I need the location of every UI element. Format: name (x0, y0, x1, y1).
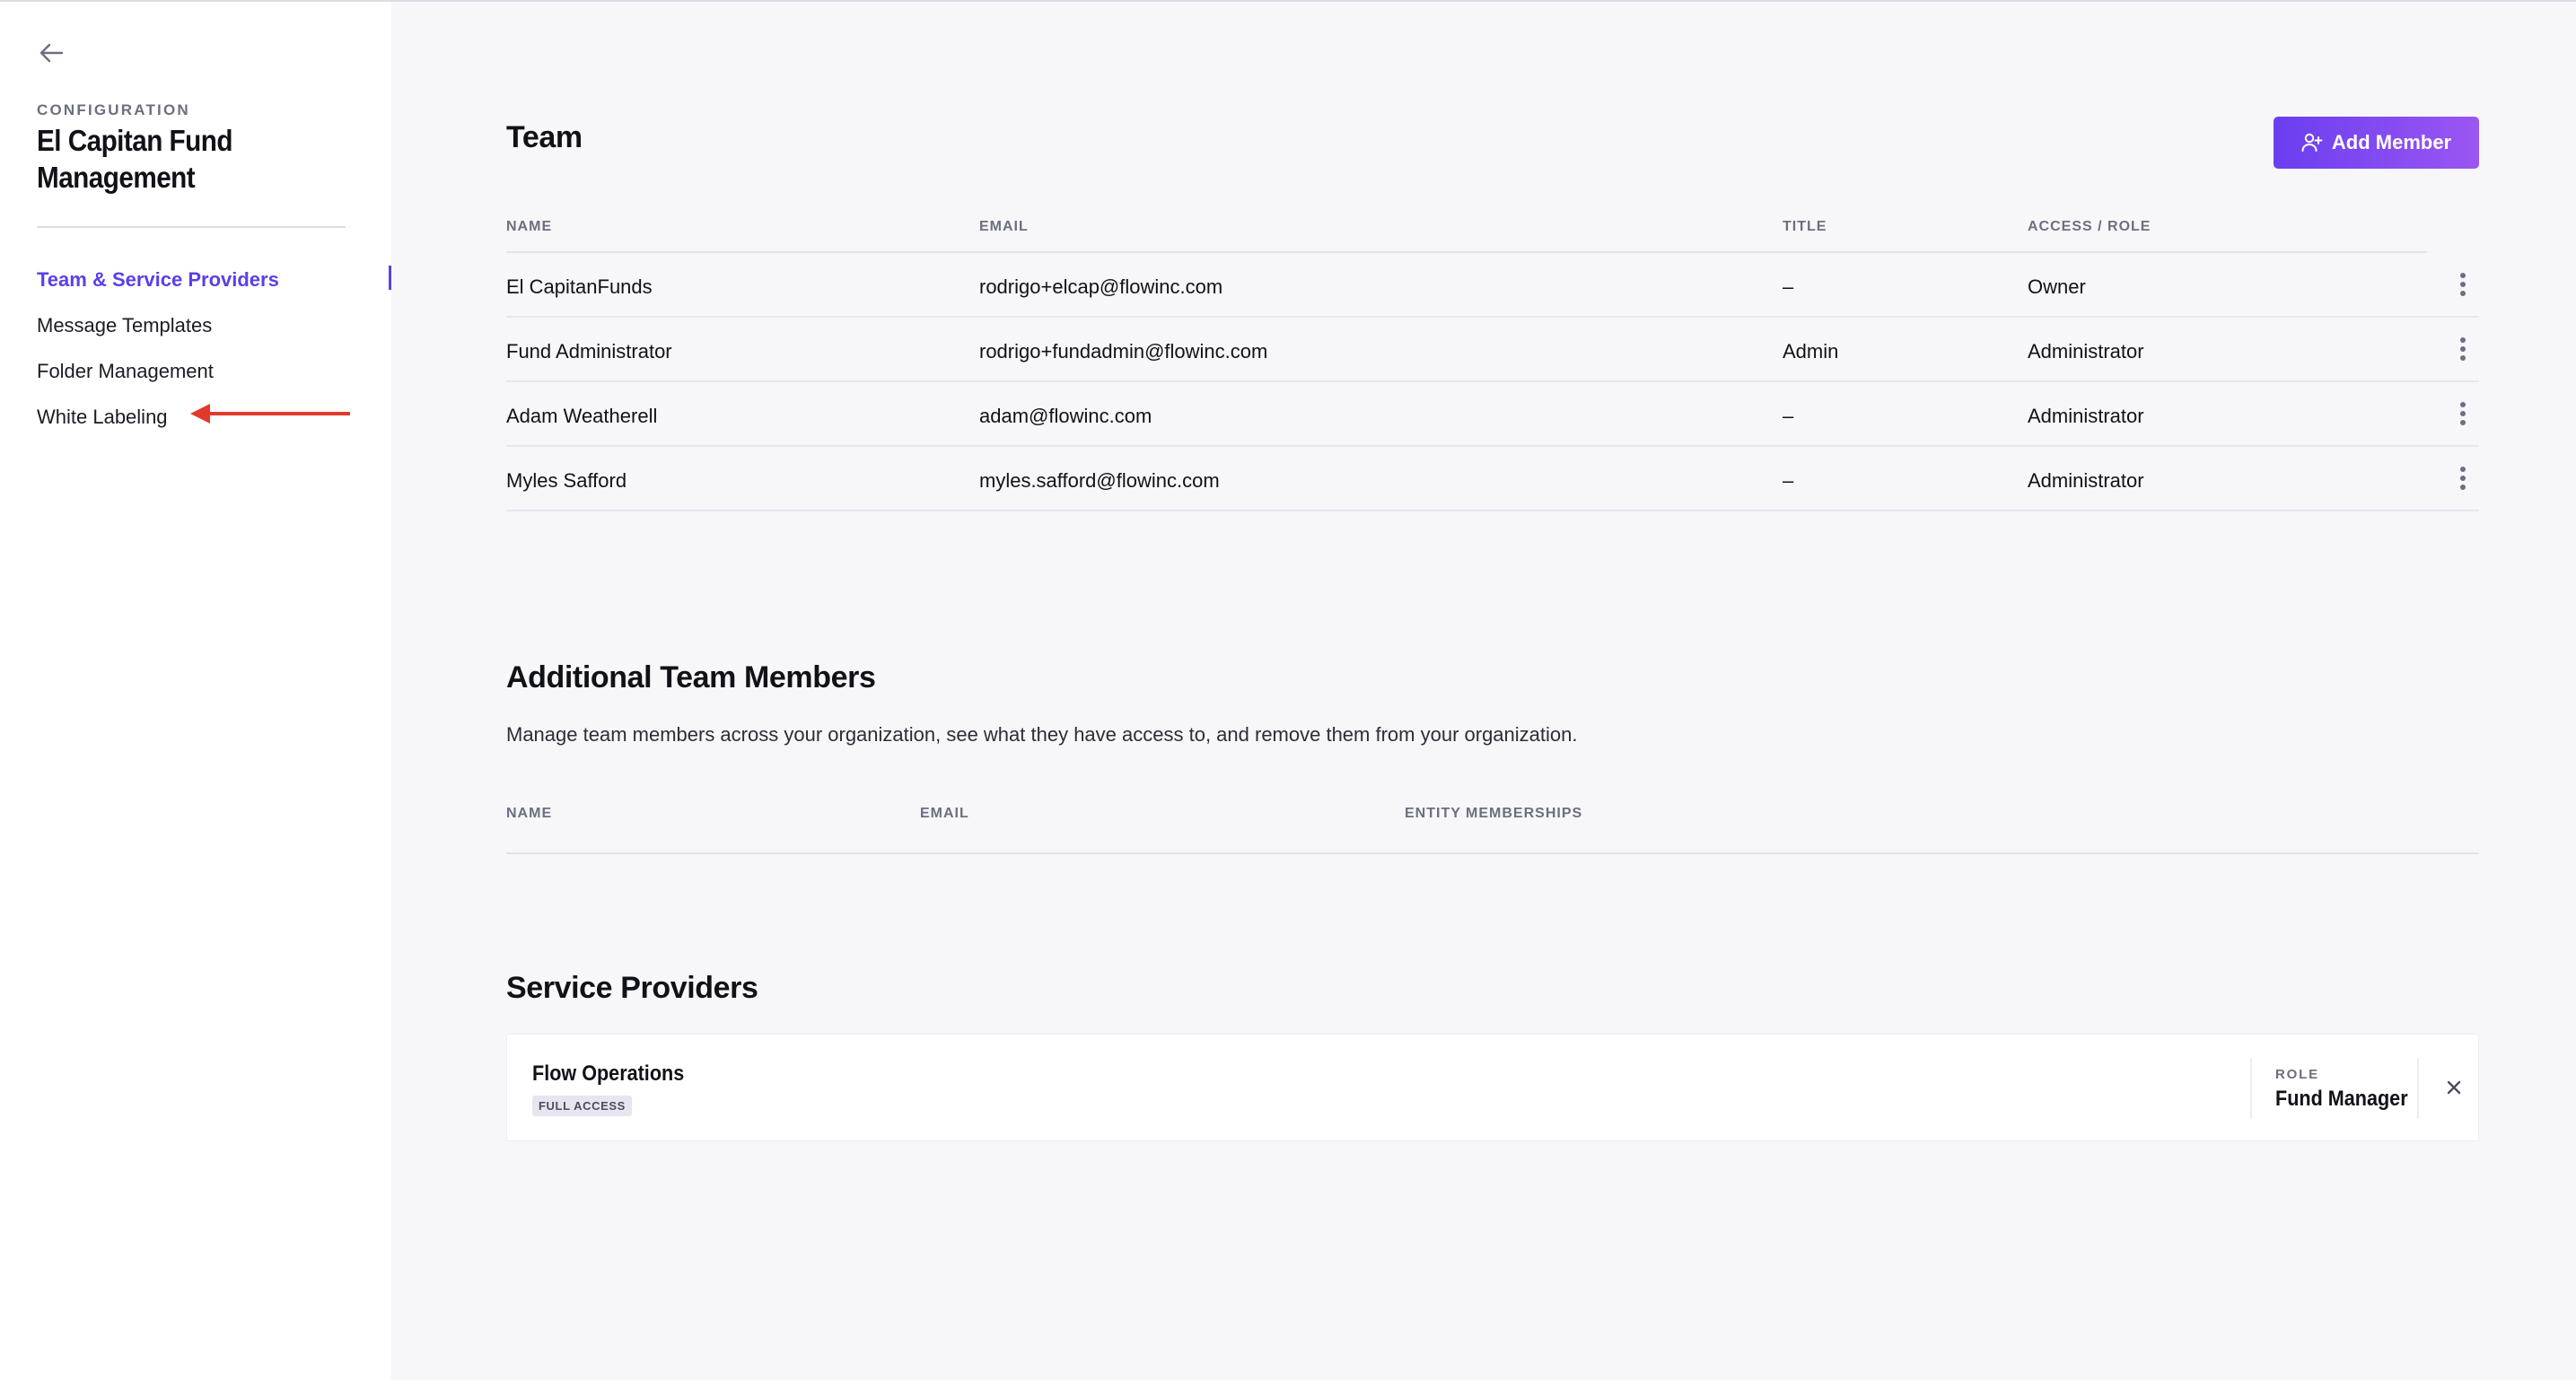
back-button[interactable] (34, 36, 68, 70)
member-email: rodrigo+fundadmin@flowinc.com (979, 340, 1268, 362)
sidebar-item-label: White Labeling (37, 405, 168, 428)
sidebar-item-message-templates[interactable]: Message Templates (0, 302, 391, 348)
sidebar: CONFIGURATION El Capitan Fund Management… (0, 2, 391, 1380)
column-header-email[interactable]: EMAIL (920, 806, 969, 822)
table-row[interactable]: Myles Safford myles.safford@flowinc.com … (506, 447, 2479, 511)
member-role: Administrator (2028, 469, 2144, 492)
close-icon (2447, 1080, 2461, 1095)
column-header-title[interactable]: TITLE (1783, 219, 1827, 235)
member-title: – (1783, 405, 1794, 427)
provider-role: Fund Manager (2275, 1087, 2408, 1111)
remove-provider-button[interactable] (2437, 1070, 2471, 1105)
access-badge: FULL ACCESS (532, 1096, 632, 1116)
member-name: Fund Administrator (506, 340, 672, 362)
column-header-name[interactable]: NAME (506, 806, 552, 822)
member-role: Owner (2028, 275, 2086, 298)
column-header-entity-memberships[interactable]: ENTITY MEMBERSHIPS (1405, 806, 1582, 822)
sidebar-item-folder-management[interactable]: Folder Management (0, 348, 391, 394)
service-providers-title: Service Providers (506, 971, 758, 1005)
service-provider-card[interactable]: Flow Operations FULL ACCESS ROLE Fund Ma… (506, 1034, 2479, 1141)
member-email: myles.safford@flowinc.com (979, 469, 1220, 492)
annotation-arrow-icon (190, 404, 350, 424)
table-header: NAME EMAIL ENTITY MEMBERSHIPS (506, 786, 2479, 854)
member-role: Administrator (2028, 405, 2144, 427)
divider (2250, 1058, 2252, 1119)
table-row[interactable]: El CapitanFunds rodrigo+elcap@flowinc.co… (506, 253, 2479, 318)
app-window: CONFIGURATION El Capitan Fund Management… (0, 0, 2576, 1380)
sidebar-item-label: Folder Management (37, 359, 214, 382)
member-name: El CapitanFunds (506, 275, 653, 298)
member-title: – (1783, 275, 1794, 298)
row-menu-icon[interactable] (2454, 269, 2472, 300)
sidebar-item-label: Message Templates (37, 313, 213, 336)
member-email: rodrigo+elcap@flowinc.com (979, 275, 1223, 298)
arrow-left-icon (39, 43, 64, 63)
sidebar-item-label: Team & Service Providers (37, 267, 279, 291)
organization-name: El Capitan Fund Management (37, 124, 232, 194)
team-table: NAME EMAIL TITLE ACCESS / ROLE El Capita… (506, 199, 2479, 511)
member-role: Administrator (2028, 340, 2144, 362)
member-name: Myles Safford (506, 469, 627, 492)
divider (2417, 1058, 2419, 1119)
add-user-icon (2301, 133, 2323, 152)
table-row[interactable]: Fund Administrator rodrigo+fundadmin@flo… (506, 318, 2479, 382)
provider-name: Flow Operations (532, 1061, 685, 1086)
table-row[interactable]: Adam Weatherell adam@flowinc.com – Admin… (506, 382, 2479, 447)
row-menu-icon[interactable] (2454, 463, 2472, 493)
column-header-role[interactable]: ACCESS / ROLE (2028, 219, 2151, 235)
member-title: – (1783, 469, 1794, 492)
role-label: ROLE (2275, 1067, 2319, 1082)
column-header-email[interactable]: EMAIL (979, 219, 1029, 235)
add-member-button[interactable]: Add Member (2274, 117, 2479, 169)
column-header-name[interactable]: NAME (506, 219, 552, 235)
additional-members-description: Manage team members across your organiza… (506, 723, 1578, 746)
member-email: adam@flowinc.com (979, 405, 1152, 427)
member-title: Admin (1783, 340, 1839, 362)
main-content: Team Add Member NAME EMAIL TITLE ACCESS … (391, 2, 2576, 1380)
sidebar-item-team-service-providers[interactable]: Team & Service Providers (0, 257, 391, 302)
additional-members-title: Additional Team Members (506, 660, 876, 694)
sidebar-divider (37, 226, 346, 228)
additional-members-table: NAME EMAIL ENTITY MEMBERSHIPS (506, 786, 2479, 854)
row-menu-icon[interactable] (2454, 398, 2472, 429)
table-header: NAME EMAIL TITLE ACCESS / ROLE (506, 199, 2427, 253)
section-label: CONFIGURATION (37, 101, 190, 118)
team-title: Team (506, 120, 583, 154)
row-menu-icon[interactable] (2454, 334, 2472, 364)
add-member-label: Add Member (2331, 131, 2452, 153)
member-name: Adam Weatherell (506, 405, 658, 427)
